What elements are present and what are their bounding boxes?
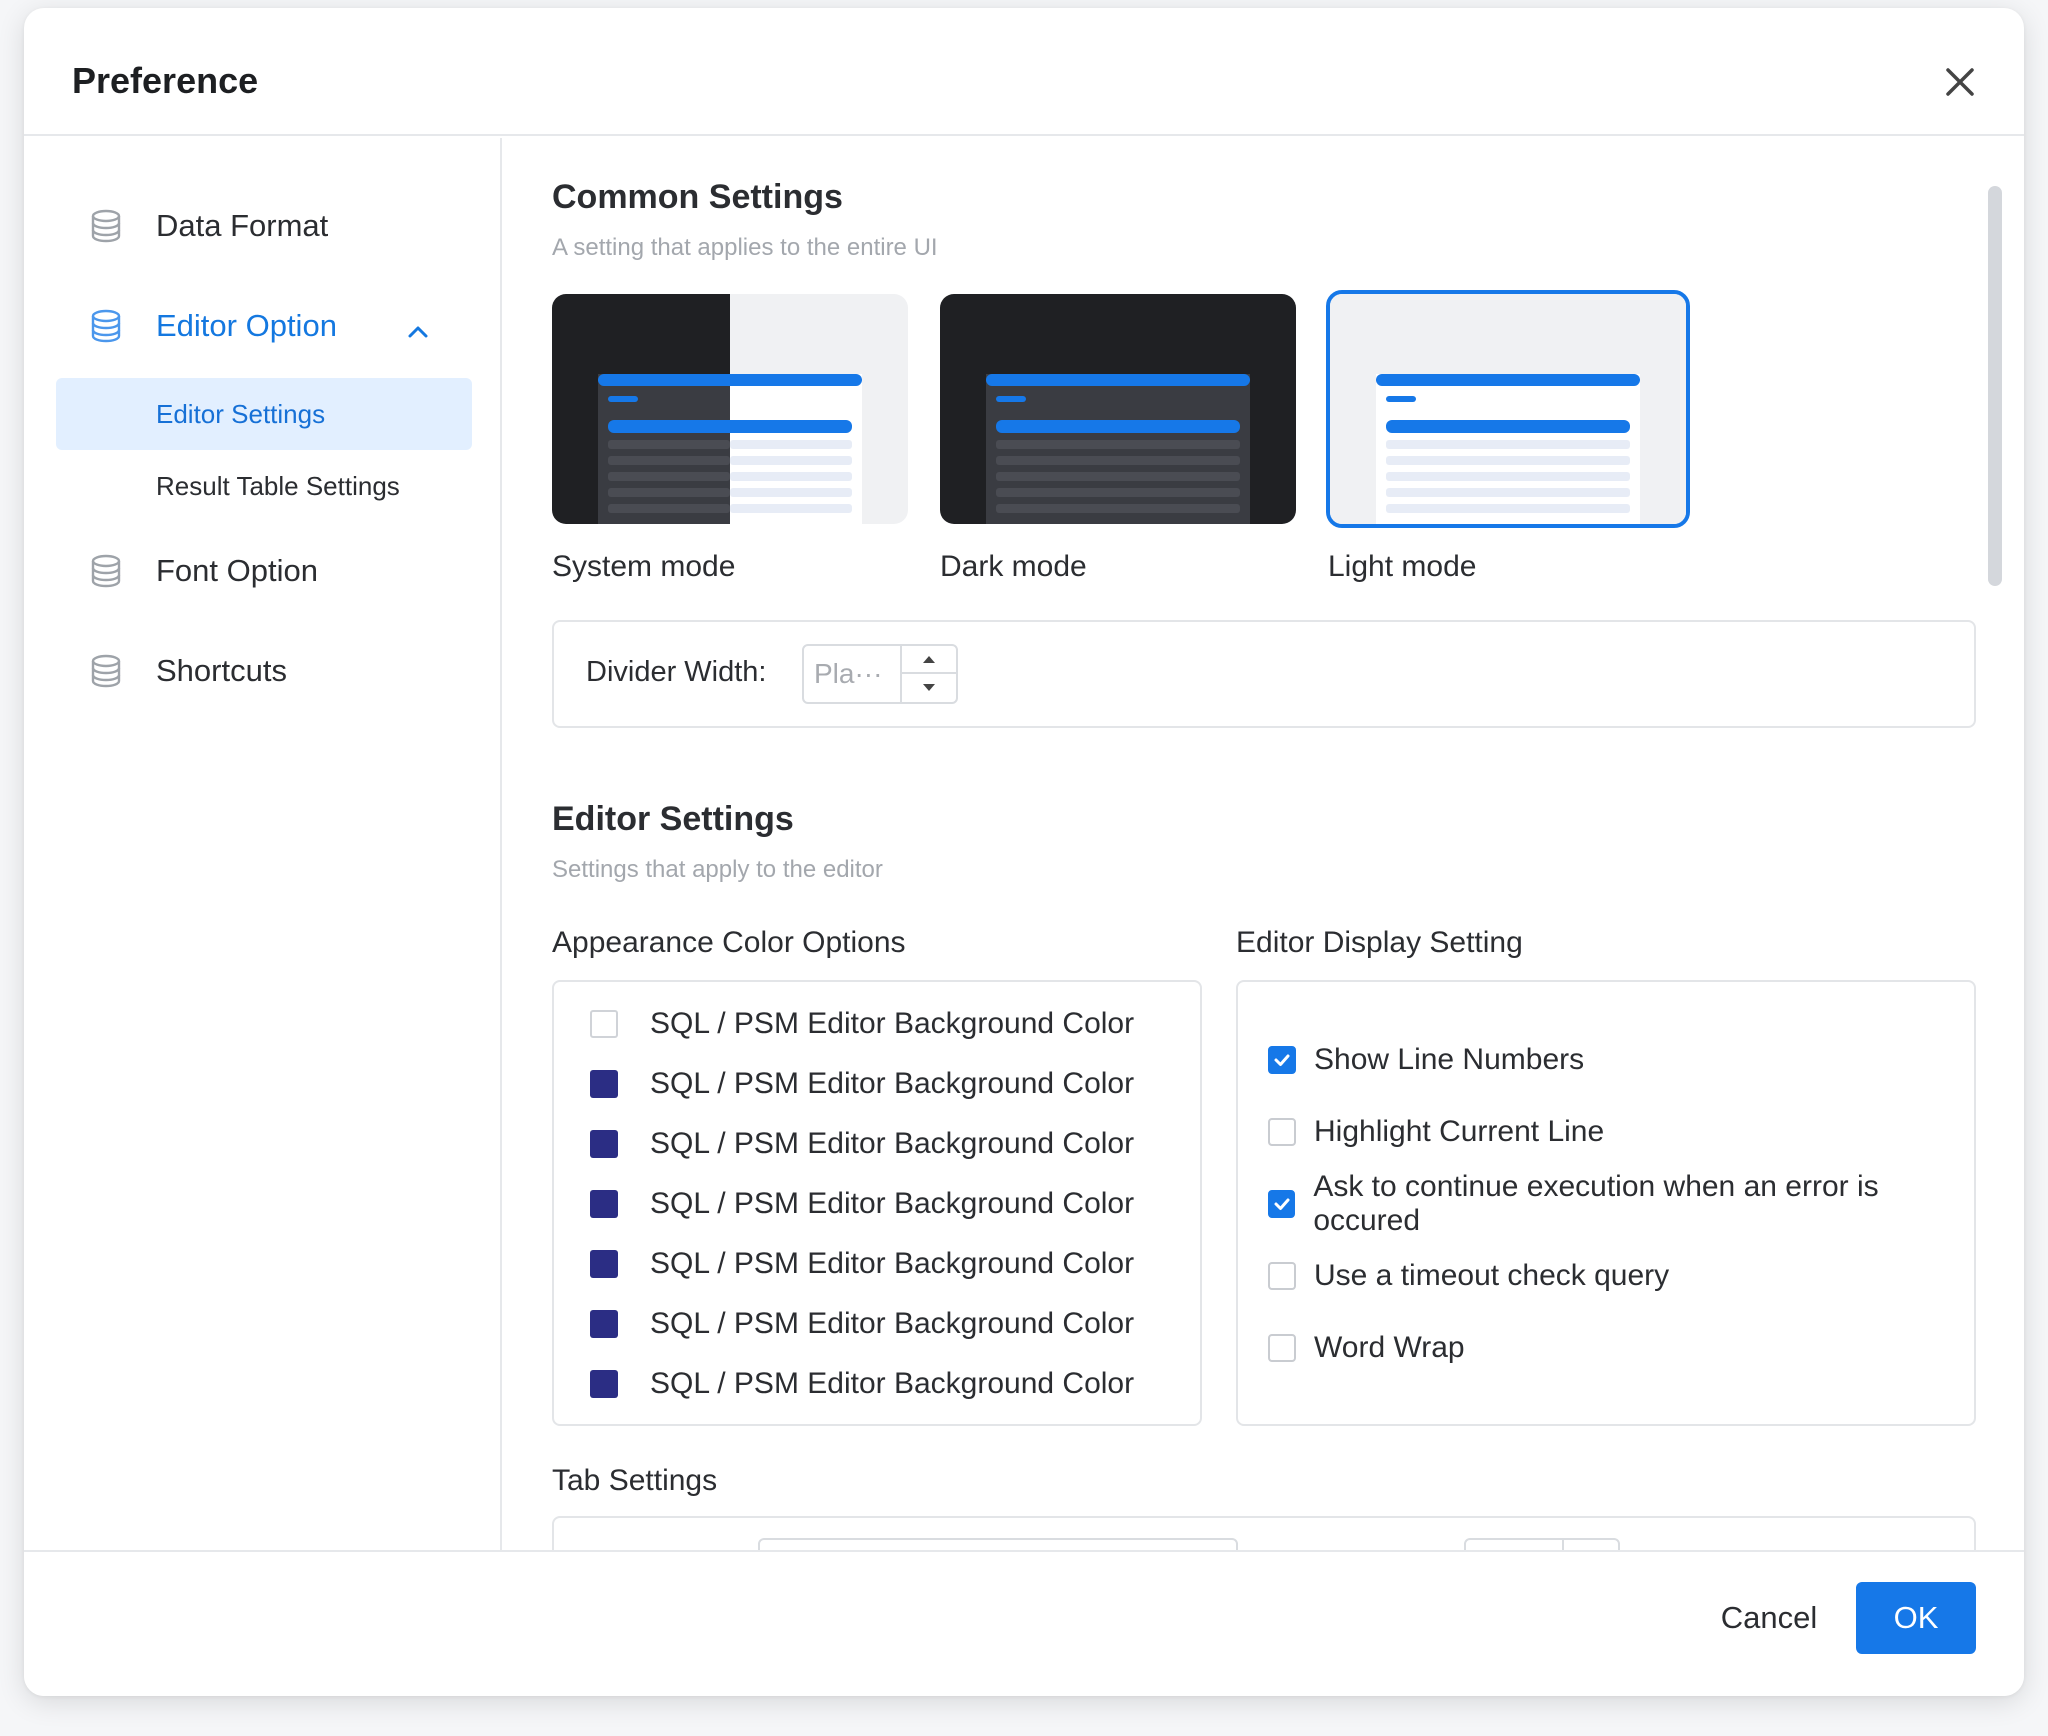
- settings-content: Common Settings A setting that applies t…: [504, 138, 2024, 1550]
- color-option-label: SQL / PSM Editor Background Color: [650, 1307, 1135, 1340]
- color-swatch[interactable]: [590, 1190, 618, 1218]
- sidebar-item-shortcuts[interactable]: Shortcuts: [88, 641, 287, 701]
- appearance-color-panel: SQL / PSM Editor Background Color SQL / …: [552, 980, 1202, 1426]
- scrollbar[interactable]: [1988, 186, 2002, 586]
- color-option-label: SQL / PSM Editor Background Color: [650, 1247, 1135, 1280]
- checkbox-label: Use a timeout check query: [1314, 1259, 1670, 1292]
- color-option-row: SQL / PSM Editor Background Color: [590, 1124, 1134, 1164]
- stepper-divider: [1562, 1540, 1564, 1550]
- color-swatch[interactable]: [590, 1250, 618, 1278]
- checkbox-label: Ask to continue execution when an error …: [1313, 1170, 1879, 1237]
- dialog-header: Preference: [24, 8, 2024, 136]
- sidebar: Data Format Editor Option Editor Setting…: [24, 138, 502, 1550]
- database-icon: [91, 309, 121, 343]
- highlight-current-line-checkbox[interactable]: Highlight Current Line: [1268, 1112, 1604, 1152]
- stepper-controls: [900, 646, 956, 702]
- checkbox-empty-icon: [1268, 1118, 1296, 1146]
- checkbox-checked-icon: [1268, 1190, 1296, 1218]
- close-icon[interactable]: [1940, 62, 1980, 102]
- editor-settings-title: Editor Settings: [552, 800, 794, 838]
- sidebar-item-label: Editor Option: [156, 308, 337, 343]
- color-swatch[interactable]: [590, 1010, 618, 1038]
- database-icon: [91, 654, 121, 688]
- sidebar-item-data-format[interactable]: Data Format: [88, 196, 328, 256]
- chevron-up-icon[interactable]: [404, 318, 432, 346]
- sidebar-item-font-option[interactable]: Font Option: [88, 541, 318, 601]
- sidebar-item-label: Font Option: [156, 553, 318, 588]
- divider-width-panel: Divider Width:: [552, 620, 1976, 728]
- dark-mode-card[interactable]: [940, 294, 1296, 524]
- light-mode-label: Light mode: [1328, 550, 1477, 583]
- dialog-title: Preference: [72, 60, 259, 101]
- color-option-label: SQL / PSM Editor Background Color: [650, 1127, 1135, 1160]
- divider-width-input[interactable]: [804, 646, 902, 702]
- sidebar-subitem-result-table-settings[interactable]: Result Table Settings: [56, 450, 472, 522]
- word-wrap-checkbox[interactable]: Word Wrap: [1268, 1328, 1465, 1368]
- continue-on-error-checkbox[interactable]: Ask to continue execution when an error …: [1268, 1170, 1974, 1237]
- show-line-numbers-checkbox[interactable]: Show Line Numbers: [1268, 1040, 1584, 1080]
- sidebar-subitem-label: Result Table Settings: [156, 470, 400, 501]
- sidebar-subitem-label: Editor Settings: [156, 398, 326, 429]
- sidebar-item-editor-option[interactable]: Editor Option: [88, 296, 337, 356]
- appearance-color-title: Appearance Color Options: [552, 926, 906, 959]
- editor-settings-subtitle: Settings that apply to the editor: [552, 856, 883, 883]
- ok-button[interactable]: OK: [1856, 1582, 1976, 1654]
- system-mode-card[interactable]: [552, 294, 908, 524]
- color-swatch[interactable]: [590, 1070, 618, 1098]
- checkbox-label: Highlight Current Line: [1314, 1115, 1605, 1148]
- color-option-row: SQL / PSM Editor Background Color: [590, 1304, 1134, 1344]
- divider-width-label: Divider Width:: [586, 656, 767, 688]
- database-icon: [91, 209, 121, 243]
- divider-width-stepper: [802, 644, 958, 704]
- system-mode-label: System mode: [552, 550, 736, 583]
- color-swatch[interactable]: [590, 1370, 618, 1398]
- tab-settings-panel: [552, 1516, 1976, 1550]
- dialog-footer: Cancel OK: [24, 1550, 2024, 1696]
- editor-display-title: Editor Display Setting: [1236, 926, 1523, 959]
- color-option-label: SQL / PSM Editor Background Color: [650, 1007, 1135, 1040]
- tab-settings-input[interactable]: [758, 1538, 1238, 1550]
- color-swatch[interactable]: [590, 1130, 618, 1158]
- checkbox-checked-icon: [1268, 1046, 1296, 1074]
- color-option-row: SQL / PSM Editor Background Color: [590, 1244, 1134, 1284]
- color-option-label: SQL / PSM Editor Background Color: [650, 1367, 1135, 1400]
- editor-display-panel: Show Line Numbers Highlight Current Line…: [1236, 980, 1976, 1426]
- preference-dialog: Preference Data Format Editor Option Edi…: [24, 8, 2024, 1696]
- color-option-row: SQL / PSM Editor Background Color: [590, 1004, 1134, 1044]
- timeout-check-query-checkbox[interactable]: Use a timeout check query: [1268, 1256, 1669, 1296]
- color-option-row: SQL / PSM Editor Background Color: [590, 1184, 1134, 1224]
- database-icon: [91, 554, 121, 588]
- color-option-label: SQL / PSM Editor Background Color: [650, 1187, 1135, 1220]
- color-option-row: SQL / PSM Editor Background Color: [590, 1364, 1134, 1404]
- color-swatch[interactable]: [590, 1310, 618, 1338]
- increment-icon[interactable]: [902, 646, 956, 674]
- dark-mode-label: Dark mode: [940, 550, 1087, 583]
- sidebar-item-label: Shortcuts: [156, 653, 287, 688]
- cancel-button[interactable]: Cancel: [1704, 1582, 1834, 1654]
- light-mode-card[interactable]: [1326, 290, 1690, 528]
- tab-settings-title: Tab Settings: [552, 1464, 718, 1497]
- checkbox-label: Word Wrap: [1314, 1331, 1465, 1364]
- sidebar-subitem-editor-settings[interactable]: Editor Settings: [56, 378, 472, 450]
- checkbox-empty-icon: [1268, 1262, 1296, 1290]
- color-option-label: SQL / PSM Editor Background Color: [650, 1067, 1135, 1100]
- sidebar-item-label: Data Format: [156, 208, 329, 243]
- checkbox-label: Show Line Numbers: [1314, 1043, 1585, 1076]
- common-settings-subtitle: A setting that applies to the entire UI: [552, 234, 938, 261]
- checkbox-empty-icon: [1268, 1334, 1296, 1362]
- common-settings-title: Common Settings: [552, 178, 843, 216]
- decrement-icon[interactable]: [902, 674, 956, 702]
- tab-size-stepper[interactable]: [1464, 1538, 1620, 1550]
- color-option-row: SQL / PSM Editor Background Color: [590, 1064, 1134, 1104]
